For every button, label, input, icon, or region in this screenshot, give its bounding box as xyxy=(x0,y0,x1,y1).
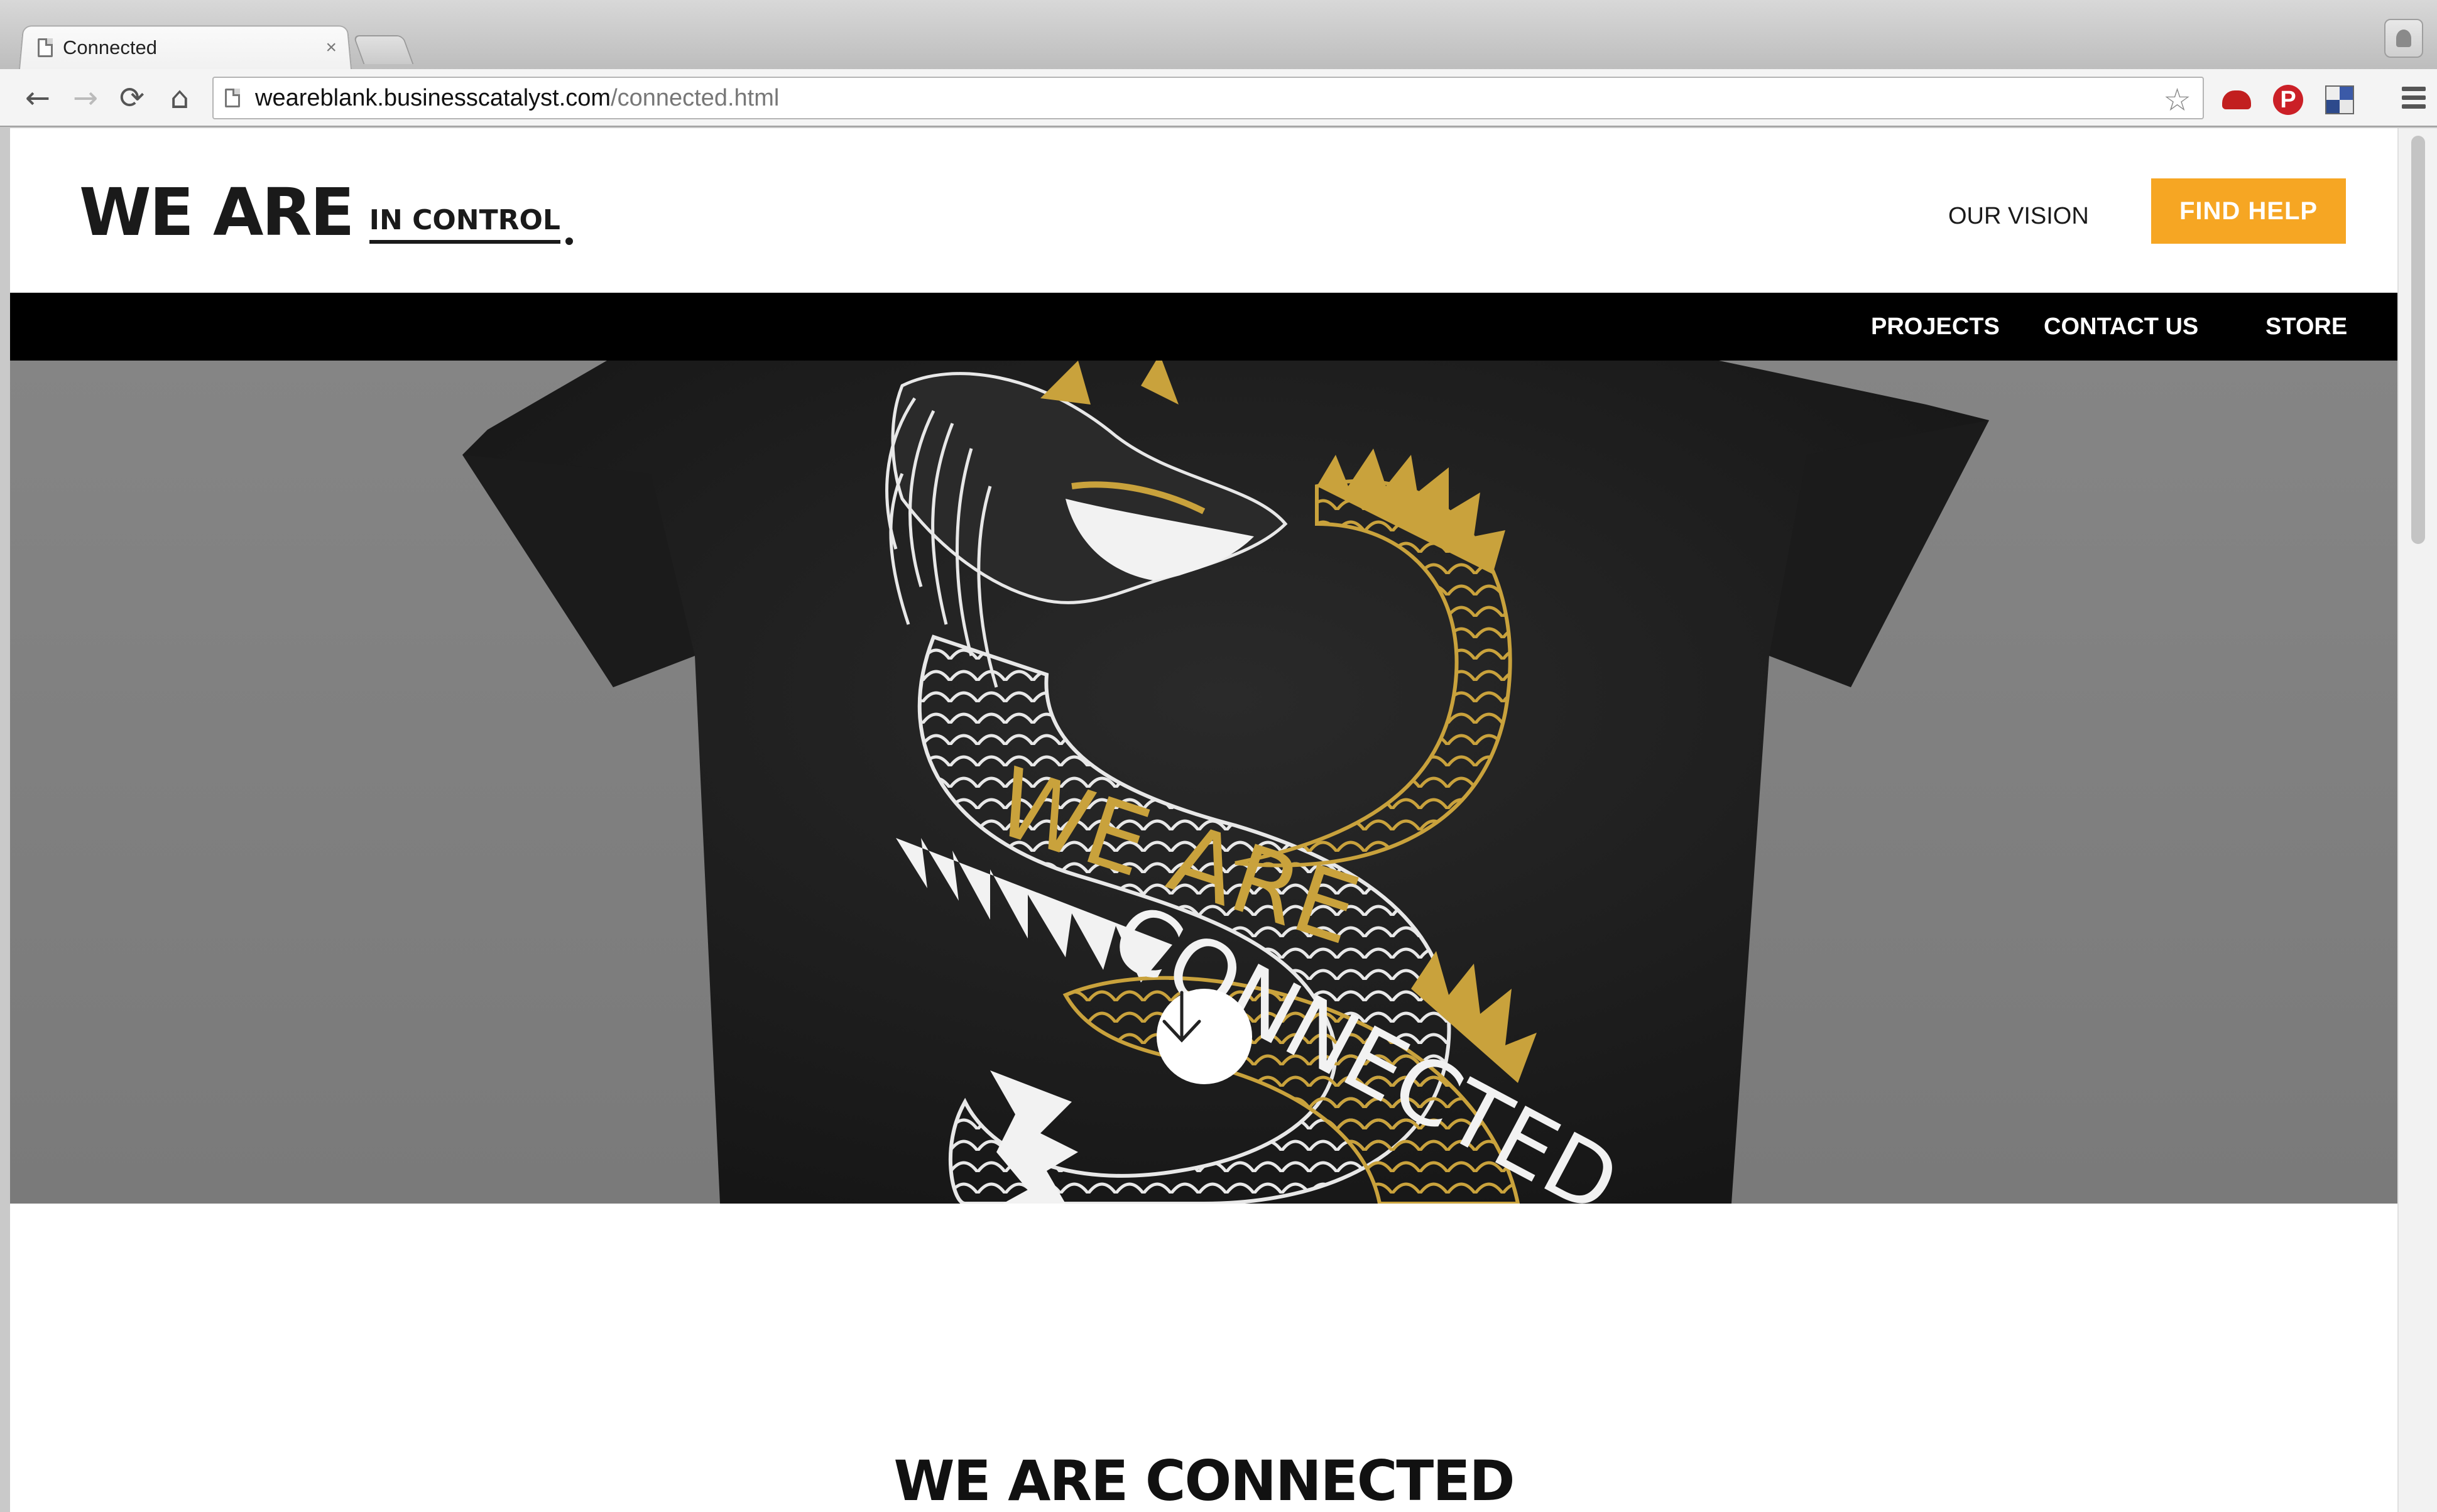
forward-arrow-icon[interactable]: → xyxy=(67,79,104,117)
extension-red-icon[interactable] xyxy=(2221,84,2252,116)
back-arrow-icon[interactable]: ← xyxy=(19,79,57,117)
person-icon xyxy=(2396,30,2411,47)
extension-grid-icon[interactable] xyxy=(2324,84,2355,116)
main-nav: PROJECTS CONTACT US STORE xyxy=(10,293,2397,361)
tab-title: Connected xyxy=(63,36,325,59)
site-logo[interactable]: WE ARE IN CONTROL xyxy=(79,180,573,245)
logo-main-text: WE ARE xyxy=(79,180,353,245)
new-tab-button[interactable] xyxy=(353,35,414,64)
tab-content[interactable]: Connected × xyxy=(38,30,346,65)
tab-close-button[interactable]: × xyxy=(325,37,337,58)
site-header: WE ARE IN CONTROL OUR VISION FIND HELP xyxy=(10,128,2397,293)
intro-section: WE ARE CONNECTED xyxy=(10,1204,2397,1512)
hero-banner: WE ARE CONNECTED xyxy=(10,361,2397,1204)
page-viewport: WE ARE IN CONTROL OUR VISION FIND HELP P… xyxy=(10,128,2397,1512)
page-icon xyxy=(38,38,53,57)
address-bar[interactable]: weareblank.businesscatalyst.com/connecte… xyxy=(212,77,2204,119)
page-scrollbar[interactable] xyxy=(2397,128,2437,1512)
pinterest-icon[interactable]: P xyxy=(2272,84,2304,116)
url-path: /connected.html xyxy=(611,85,779,112)
page-icon xyxy=(225,89,240,107)
arrow-down-icon xyxy=(1157,989,1207,1045)
logo-dot xyxy=(565,237,573,245)
browser-tab-strip: Connected × xyxy=(0,0,2437,69)
menu-icon[interactable] xyxy=(2402,87,2426,113)
nav-contact-us[interactable]: CONTACT US xyxy=(2044,293,2198,361)
reload-icon[interactable]: ⟳ xyxy=(113,79,151,117)
nav-store[interactable]: STORE xyxy=(2265,293,2347,361)
home-icon[interactable]: ⌂ xyxy=(161,79,199,117)
our-vision-link[interactable]: OUR VISION xyxy=(1948,197,2089,235)
url-host: weareblank.businesscatalyst.com xyxy=(255,85,611,112)
logo-sub-text: IN CONTROL xyxy=(369,204,560,244)
browser-toolbar: ← → ⟳ ⌂ weareblank.businesscatalyst.com /… xyxy=(0,69,2437,127)
find-help-button[interactable]: FIND HELP xyxy=(2151,178,2346,244)
nav-projects[interactable]: PROJECTS xyxy=(1871,293,2000,361)
page-title: WE ARE CONNECTED xyxy=(10,1449,2397,1512)
scrollbar-thumb[interactable] xyxy=(2411,136,2425,544)
star-icon[interactable]: ☆ xyxy=(2163,82,2191,118)
scroll-down-button[interactable] xyxy=(1157,989,1252,1084)
profile-button[interactable] xyxy=(2384,19,2423,58)
